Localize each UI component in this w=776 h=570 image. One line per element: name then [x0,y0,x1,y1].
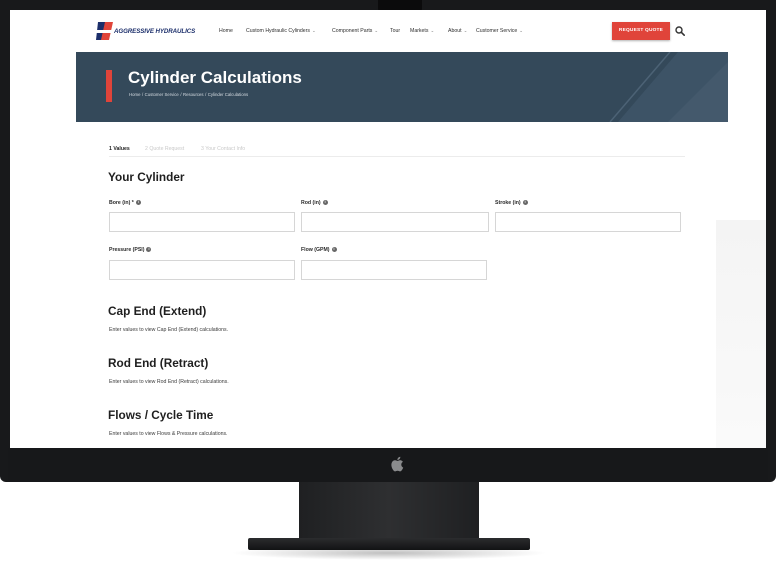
stroke-label: Stroke (in) i [495,200,528,206]
flow-input[interactable] [301,260,487,280]
section-title-cap-end: Cap End (Extend) [108,304,207,318]
search-icon[interactable] [675,26,685,36]
info-icon[interactable]: i [146,247,152,253]
breadcrumb: Home / Customer Service / Resources / Cylinder… [129,92,248,97]
monitor-stand [0,482,776,570]
nav-item-label: Custom Hydraulic Cylinders [246,28,310,34]
logo-text: AGGRESSIVE HYDRAULICS [114,28,196,35]
breadcrumb-current: Cylinder Calculations [207,92,249,97]
banner-stripe-graphic [609,52,728,122]
nav-item-component-parts[interactable]: Component Parts ⌄ [332,28,378,34]
nav-item-label: About [448,28,462,34]
nav-item-label: Customer Service [476,28,518,34]
nav-item-tour[interactable]: Tour [390,28,400,34]
nav-item-custom-hydraulic-cylinders[interactable]: Custom Hydraulic Cylinders ⌄ [246,28,316,34]
breadcrumb-customer-service[interactable]: Customer Service [145,92,179,97]
stroke-label-text: Stroke (in) [495,200,521,206]
step-values[interactable]: 1 Values [109,146,130,152]
page-title: Cylinder Calculations [128,68,302,87]
monitor-chin [8,448,768,482]
chevron-down-icon: ⌄ [463,28,468,33]
section-title-your-cylinder: Your Cylinder [108,170,185,184]
flow-label: Flow (GPM) i [301,247,337,253]
flow-label-text: Flow (GPM) [301,247,330,253]
section-title-rod-end: Rod End (Retract) [108,356,209,370]
nav-item-about[interactable]: About ⌄ [448,28,467,34]
nav-item-customer-service[interactable]: Customer Service ⌄ [476,28,523,34]
chevron-down-icon: ⌄ [374,28,379,33]
request-quote-button[interactable]: REQUEST QUOTE [612,22,670,40]
nav-item-label: Tour [390,28,401,34]
info-icon[interactable]: i [135,200,141,206]
nav-item-label: Home [219,28,233,34]
info-icon[interactable]: i [331,247,337,253]
rod-label-text: Rod (in) [301,200,321,206]
stand-neck [299,482,479,540]
cap-end-description: Enter values to view Cap End (Extend) ca… [109,327,229,333]
flows-description: Enter values to view Flows & Pressure ca… [109,431,228,437]
rod-label: Rod (in) i [301,200,328,206]
breadcrumb-separator: / [180,92,182,97]
chevron-down-icon: ⌄ [519,28,524,33]
info-icon[interactable]: i [522,200,528,206]
pressure-label-text: Pressure (PSI) [109,247,145,253]
logo-mark-icon [96,22,116,40]
screen-glare [716,220,766,448]
bore-input[interactable] [109,212,295,232]
site-logo[interactable]: AGGRESSIVE HYDRAULICS [96,20,204,42]
bore-label: Bore (in) * i [109,200,141,206]
monitor-bezel: AGGRESSIVE HYDRAULICS Home Custom Hydrau… [0,0,776,482]
browser-viewport: AGGRESSIVE HYDRAULICS Home Custom Hydrau… [10,10,766,448]
stand-base [248,538,530,550]
form-steps: 1 Values 2 Quote Request 3 Your Contact … [109,146,685,158]
breadcrumb-separator: / [205,92,207,97]
info-icon[interactable]: i [322,200,328,206]
section-title-flows-cycle-time: Flows / Cycle Time [108,408,214,422]
nav-item-label: Markets [410,28,429,34]
nav-item-home[interactable]: Home [219,28,233,34]
breadcrumb-resources[interactable]: Resources [183,92,204,97]
title-accent-bar [106,70,112,102]
bore-label-text: Bore (in) * [109,200,134,206]
nav-item-label: Component Parts [332,28,373,34]
breadcrumb-separator: / [141,92,144,97]
chevron-down-icon: ⌄ [430,28,435,33]
rod-end-description: Enter values to view Rod End (Retract) c… [109,379,229,385]
pressure-input[interactable] [109,260,295,280]
stroke-input[interactable] [495,212,681,232]
pressure-label: Pressure (PSI) i [109,247,152,253]
steps-divider [109,156,685,157]
step-contact-info[interactable]: 3 Your Contact Info [201,146,245,152]
step-quote-request[interactable]: 2 Quote Request [145,146,184,152]
top-nav: AGGRESSIVE HYDRAULICS Home Custom Hydrau… [10,10,766,50]
breadcrumb-home[interactable]: Home [129,92,140,97]
apple-logo-icon [391,456,404,472]
rod-input[interactable] [301,212,489,232]
page-header-banner: Cylinder Calculations Home / Customer Serv… [76,52,728,122]
nav-item-markets[interactable]: Markets ⌄ [410,28,434,34]
chevron-down-icon: ⌄ [312,28,316,33]
